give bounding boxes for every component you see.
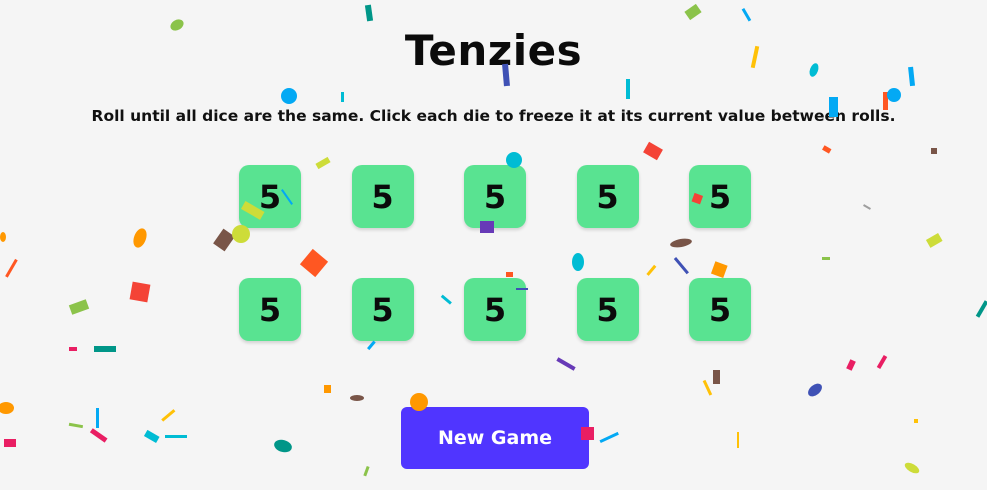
- dice-grid: 5 5 5 5 5 5 5 5 5 5: [239, 165, 751, 341]
- new-game-button[interactable]: New Game: [401, 407, 589, 469]
- instructions-text: Roll until all dice are the same. Click …: [91, 107, 896, 125]
- page-title: Tenzies: [404, 26, 583, 75]
- die[interactable]: 5: [689, 278, 751, 341]
- die[interactable]: 5: [689, 165, 751, 228]
- die[interactable]: 5: [576, 165, 639, 228]
- game-container: Tenzies Roll until all dice are the same…: [0, 0, 987, 490]
- die[interactable]: 5: [464, 278, 526, 341]
- die[interactable]: 5: [351, 165, 414, 228]
- die[interactable]: 5: [239, 278, 301, 341]
- die[interactable]: 5: [351, 278, 414, 341]
- die[interactable]: 5: [464, 165, 526, 228]
- die[interactable]: 5: [239, 165, 301, 228]
- die[interactable]: 5: [576, 278, 639, 341]
